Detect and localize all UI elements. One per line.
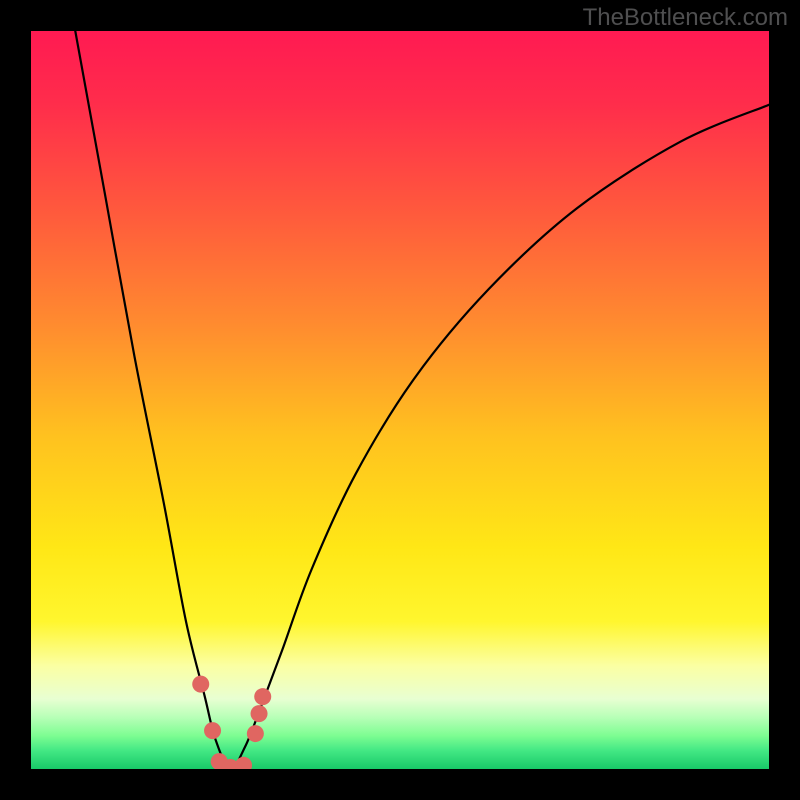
plot-area <box>31 31 769 769</box>
chart-frame: TheBottleneck.com <box>0 0 800 800</box>
watermark-text: TheBottleneck.com <box>583 4 788 32</box>
curve-marker <box>251 705 268 722</box>
bottleneck-chart <box>31 31 769 769</box>
curve-marker <box>247 725 264 742</box>
curve-marker <box>254 688 271 705</box>
curve-marker <box>204 722 221 739</box>
curve-marker <box>192 676 209 693</box>
